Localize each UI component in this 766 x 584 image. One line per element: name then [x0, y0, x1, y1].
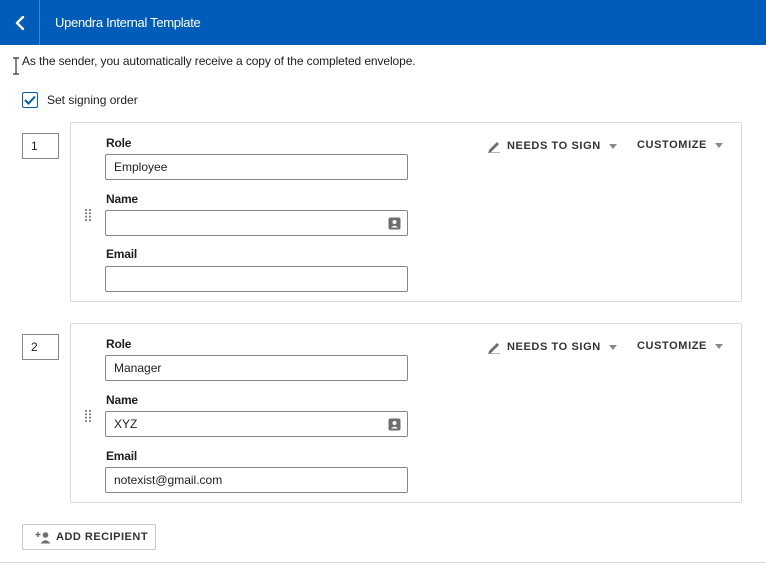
needs-to-sign-dropdown[interactable]: NEEDS TO SIGN — [487, 139, 617, 153]
text-cursor-icon — [13, 57, 19, 75]
add-recipient-label: ADD RECIPIENT — [56, 531, 149, 543]
recipient-card: Role Manager Name XYZ Email notexist@gma… — [70, 323, 742, 503]
needs-to-sign-label: NEEDS TO SIGN — [507, 140, 601, 152]
name-input[interactable] — [105, 210, 408, 236]
needs-to-sign-dropdown[interactable]: NEEDS TO SIGN — [487, 340, 617, 354]
address-book-icon[interactable] — [388, 217, 401, 230]
role-label: Role — [106, 337, 132, 351]
address-book-icon[interactable] — [388, 418, 401, 431]
checkmark-icon — [24, 95, 36, 105]
chevron-left-icon — [15, 15, 24, 30]
top-bar: Upendra Internal Template — [0, 0, 766, 45]
caret-down-icon — [608, 143, 617, 149]
caret-down-icon — [608, 344, 617, 350]
recipient-card: Role Employee Name Email NEEDS TO SIGN C… — [70, 122, 742, 302]
divider — [0, 562, 766, 563]
email-label: Email — [106, 449, 138, 463]
recipient-order-input[interactable]: 2 — [22, 334, 59, 360]
customize-label: CUSTOMIZE — [637, 139, 707, 151]
role-label: Role — [106, 136, 132, 150]
role-input[interactable]: Manager — [105, 355, 408, 381]
customize-label: CUSTOMIZE — [637, 340, 707, 352]
drag-handle-icon[interactable] — [84, 208, 92, 222]
signing-order-label: Set signing order — [47, 93, 138, 107]
needs-to-sign-label: NEEDS TO SIGN — [507, 341, 601, 353]
name-label: Name — [106, 192, 138, 206]
add-person-icon — [35, 531, 51, 543]
add-recipient-button[interactable]: ADD RECIPIENT — [22, 524, 156, 550]
name-input[interactable]: XYZ — [105, 411, 408, 437]
signing-order-checkbox[interactable] — [22, 92, 38, 108]
recipient-order-input[interactable]: 1 — [22, 133, 59, 159]
role-input[interactable]: Employee — [105, 154, 408, 180]
pen-icon — [488, 343, 500, 354]
customize-dropdown[interactable]: CUSTOMIZE — [637, 139, 723, 151]
customize-dropdown[interactable]: CUSTOMIZE — [637, 340, 723, 352]
caret-down-icon — [714, 142, 723, 148]
drag-handle-icon[interactable] — [84, 409, 92, 423]
pen-icon — [488, 142, 500, 153]
signing-order-row[interactable]: Set signing order — [22, 92, 138, 108]
email-input[interactable]: notexist@gmail.com — [105, 467, 408, 493]
name-value: XYZ — [114, 417, 138, 431]
template-title: Upendra Internal Template — [55, 15, 201, 30]
back-button[interactable] — [0, 0, 40, 45]
name-label: Name — [106, 393, 138, 407]
caret-down-icon — [714, 343, 723, 349]
sender-copy-note: As the sender, you automatically receive… — [22, 54, 416, 68]
email-label: Email — [106, 247, 138, 261]
email-input[interactable] — [105, 266, 408, 292]
